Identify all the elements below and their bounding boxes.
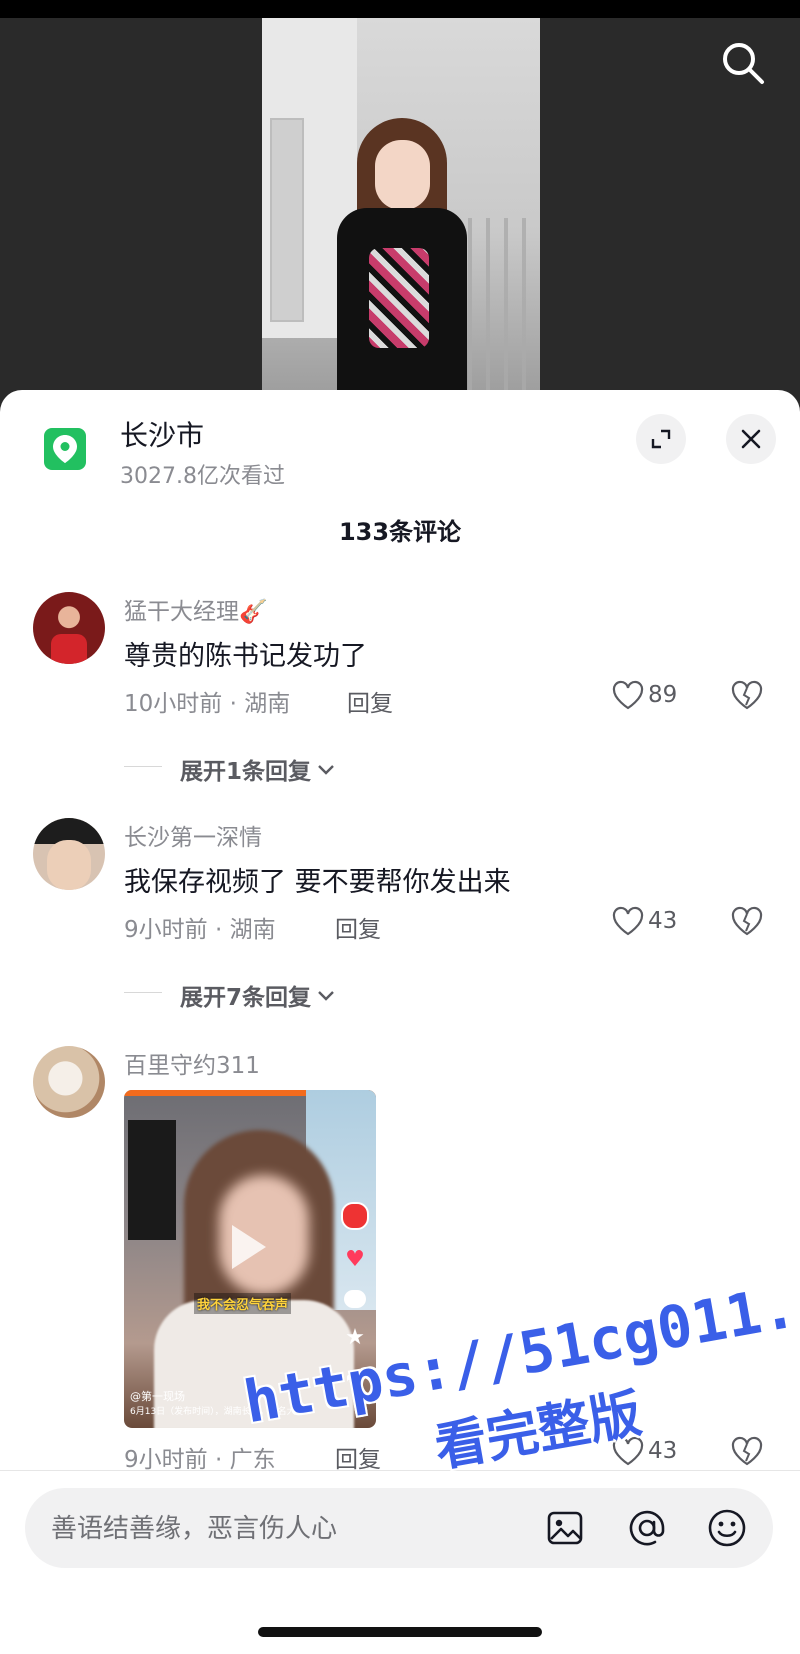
comment-text: 我保存视频了 要不要帮你发出来 bbox=[124, 867, 511, 898]
play-icon[interactable] bbox=[232, 1225, 266, 1269]
comment-username[interactable]: 猛干大经理🎸 bbox=[124, 592, 268, 626]
video-description: 6月13日（发布时间），湖南长沙，一名大 bbox=[130, 1407, 296, 1417]
reply-button[interactable]: 回复 bbox=[335, 1440, 381, 1474]
video-door bbox=[270, 118, 304, 322]
heart-icon: ♥ bbox=[345, 1247, 365, 1272]
like-count: 43 bbox=[648, 908, 678, 934]
shirt-print bbox=[369, 248, 429, 348]
broken-heart-icon bbox=[731, 1436, 763, 1466]
share-icon: ➦ bbox=[345, 1365, 365, 1390]
comment-text: 尊贵的陈书记发功了 bbox=[124, 641, 367, 672]
comment-time-region: 10小时前 · 湖南 bbox=[124, 691, 291, 717]
broken-heart-icon bbox=[731, 906, 763, 936]
comment-input[interactable] bbox=[49, 1488, 513, 1570]
dislike-button[interactable] bbox=[731, 680, 763, 714]
like-button[interactable]: 43 bbox=[612, 906, 677, 936]
avatar[interactable] bbox=[33, 592, 105, 664]
heart-icon bbox=[612, 1436, 644, 1466]
video-person bbox=[337, 118, 467, 408]
image-icon[interactable] bbox=[543, 1506, 587, 1550]
reply-button[interactable]: 回复 bbox=[347, 684, 393, 718]
expand-replies-label: 展开1条回复 bbox=[180, 759, 312, 785]
video-caption: 我不会忍气吞声 bbox=[194, 1293, 292, 1314]
avatar[interactable] bbox=[33, 1046, 105, 1118]
avatar-icon bbox=[341, 1202, 369, 1230]
heart-icon bbox=[612, 906, 644, 936]
comment-username[interactable]: 长沙第一深情 bbox=[124, 818, 262, 852]
close-button[interactable] bbox=[726, 414, 776, 464]
location-pin-icon[interactable] bbox=[44, 428, 86, 470]
dislike-button[interactable] bbox=[731, 906, 763, 940]
expand-replies-label: 展开7条回复 bbox=[180, 985, 312, 1011]
broken-heart-icon bbox=[731, 680, 763, 710]
comment-count: 133条评论 bbox=[338, 518, 462, 546]
search-icon[interactable] bbox=[718, 38, 768, 88]
comment-video-thumbnail[interactable]: 我不会忍气吞声 ♥ ★ ➦ @第一现场 6月13日（发布时间），湖南长沙，一名大 bbox=[124, 1090, 376, 1428]
location-views: 3027.8亿次看过 bbox=[120, 464, 285, 489]
expand-replies-button[interactable]: 展开7条回复 bbox=[180, 978, 337, 1012]
expand-replies-button[interactable]: 展开1条回复 bbox=[180, 752, 337, 786]
like-count: 43 bbox=[648, 1438, 678, 1464]
location-title[interactable]: 长沙市 bbox=[120, 414, 204, 454]
like-count: 89 bbox=[648, 682, 678, 708]
comment-bubble-icon bbox=[344, 1290, 366, 1308]
input-divider bbox=[0, 1470, 800, 1471]
comments-sheet: 长沙市 3027.8亿次看过 133条评论 bbox=[0, 390, 800, 1654]
comment-time-region: 9小时前 · 湖南 bbox=[124, 917, 276, 943]
person-face bbox=[375, 140, 430, 210]
avatar[interactable] bbox=[33, 818, 105, 890]
video-frame bbox=[262, 18, 540, 408]
at-icon[interactable] bbox=[625, 1506, 669, 1550]
reply-button[interactable]: 回复 bbox=[335, 910, 381, 944]
comment-username[interactable]: 百里守约311 bbox=[124, 1046, 260, 1080]
expand-divider bbox=[124, 992, 162, 993]
chevron-down-icon bbox=[318, 765, 334, 775]
thumb-tv bbox=[128, 1120, 176, 1240]
video-handle: @第一现场 bbox=[130, 1390, 185, 1403]
avatar-face bbox=[47, 840, 91, 890]
home-indicator[interactable] bbox=[258, 1627, 542, 1637]
star-icon: ★ bbox=[345, 1325, 365, 1350]
comment-time-region: 9小时前 · 广东 bbox=[124, 1447, 276, 1473]
video-side-actions: ♥ ★ ➦ bbox=[341, 1202, 369, 1390]
video-player[interactable] bbox=[0, 18, 800, 408]
status-bar bbox=[0, 0, 800, 20]
comment-input-bar bbox=[25, 1488, 773, 1570]
chevron-down-icon bbox=[318, 991, 334, 1001]
expand-icon bbox=[651, 429, 671, 449]
heart-icon bbox=[612, 680, 644, 710]
close-icon bbox=[741, 429, 761, 449]
dislike-button[interactable] bbox=[731, 1436, 763, 1470]
avatar-body bbox=[51, 634, 87, 664]
emoji-icon[interactable] bbox=[705, 1506, 749, 1550]
like-button[interactable]: 89 bbox=[612, 680, 677, 710]
expand-button[interactable] bbox=[636, 414, 686, 464]
expand-divider bbox=[124, 766, 162, 767]
like-button[interactable]: 43 bbox=[612, 1436, 677, 1466]
